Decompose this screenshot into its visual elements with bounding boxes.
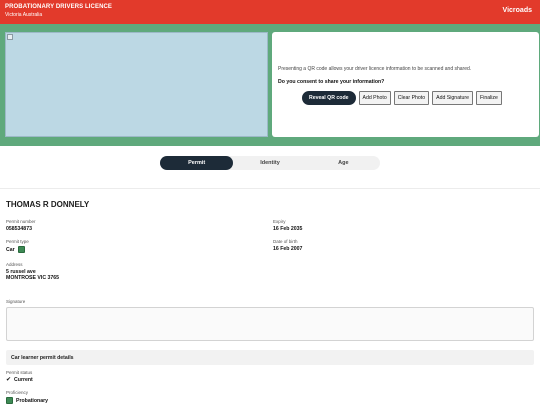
permit-type-row: Car xyxy=(6,246,29,253)
permit-type-field: Permit type Car xyxy=(6,239,29,253)
app-header: PROBATIONARY DRIVERS LICENCE Victoria Au… xyxy=(0,0,540,24)
address-label: Address xyxy=(6,262,23,267)
qr-info-text: Presenting a QR code allows your driver … xyxy=(278,66,472,72)
expiry-label: Expiry xyxy=(273,219,286,224)
expiry-value: 16 Feb 2035 xyxy=(273,226,303,232)
holder-name: THOMAS R DONNELY xyxy=(6,200,90,209)
signature-label: Signature xyxy=(6,299,26,304)
tab-permit[interactable]: Permit xyxy=(160,156,234,170)
permit-status-value: Current xyxy=(14,377,33,383)
brand-logo: Vicroads xyxy=(502,7,532,14)
permit-status-field: Permit status ✔ Current xyxy=(6,370,33,383)
permit-number-label: Permit number xyxy=(6,219,36,224)
permit-status-label: Permit status xyxy=(6,370,33,375)
proficiency-field: Proficiency Probationary xyxy=(6,390,48,404)
check-icon: ✔ xyxy=(6,377,12,383)
licence-subtitle: Victoria Australia xyxy=(5,12,43,18)
permit-number-value: 058534873 xyxy=(6,226,32,232)
proficiency-value: Probationary xyxy=(16,397,48,404)
address-line2: MONTROSE VIC 3765 xyxy=(6,275,60,281)
permit-type-label: Permit type xyxy=(6,239,29,244)
signature-box[interactable] xyxy=(6,307,534,341)
add-signature-button[interactable]: Add Signature xyxy=(432,91,474,105)
signature-field: Signature xyxy=(6,299,25,304)
action-buttons: Reveal QR code Add Photo Clear Photo Add… xyxy=(302,91,502,105)
licence-title: PROBATIONARY DRIVERS LICENCE xyxy=(5,4,113,10)
permit-type-value: Car xyxy=(6,246,15,253)
consent-question: Do you consent to share your information… xyxy=(278,79,385,85)
finalize-button[interactable]: Finalize xyxy=(476,91,502,105)
proficiency-row: Probationary xyxy=(6,397,48,404)
learner-section-title: Car learner permit details xyxy=(11,355,74,361)
proficiency-label: Proficiency xyxy=(6,390,29,395)
add-photo-button[interactable]: Add Photo xyxy=(358,91,391,105)
permit-number-field: Permit number 058534873 xyxy=(6,219,36,232)
section-divider xyxy=(0,188,540,189)
view-tabs: Permit Identity Age xyxy=(160,156,380,170)
reveal-qr-button[interactable]: Reveal QR code xyxy=(302,91,356,105)
tab-age[interactable]: Age xyxy=(307,156,380,170)
licence-photo xyxy=(5,32,268,137)
proficiency-icon xyxy=(6,397,13,404)
dob-label: Date of birth xyxy=(273,239,298,244)
broken-image-icon xyxy=(7,34,13,40)
learner-section-header: Car learner permit details xyxy=(6,350,534,365)
permit-status-row: ✔ Current xyxy=(6,377,33,383)
dob-field: Date of birth 16 Feb 2007 xyxy=(273,239,302,252)
car-category-icon xyxy=(17,246,25,253)
tab-identity[interactable]: Identity xyxy=(233,156,306,170)
qr-consent-panel: Presenting a QR code allows your driver … xyxy=(272,32,539,137)
clear-photo-button[interactable]: Clear Photo xyxy=(393,91,430,105)
address-field: Address 5 russel ave MONTROSE VIC 3765 xyxy=(6,262,59,281)
expiry-field: Expiry 16 Feb 2035 xyxy=(273,219,302,232)
dob-value: 16 Feb 2007 xyxy=(273,246,303,252)
